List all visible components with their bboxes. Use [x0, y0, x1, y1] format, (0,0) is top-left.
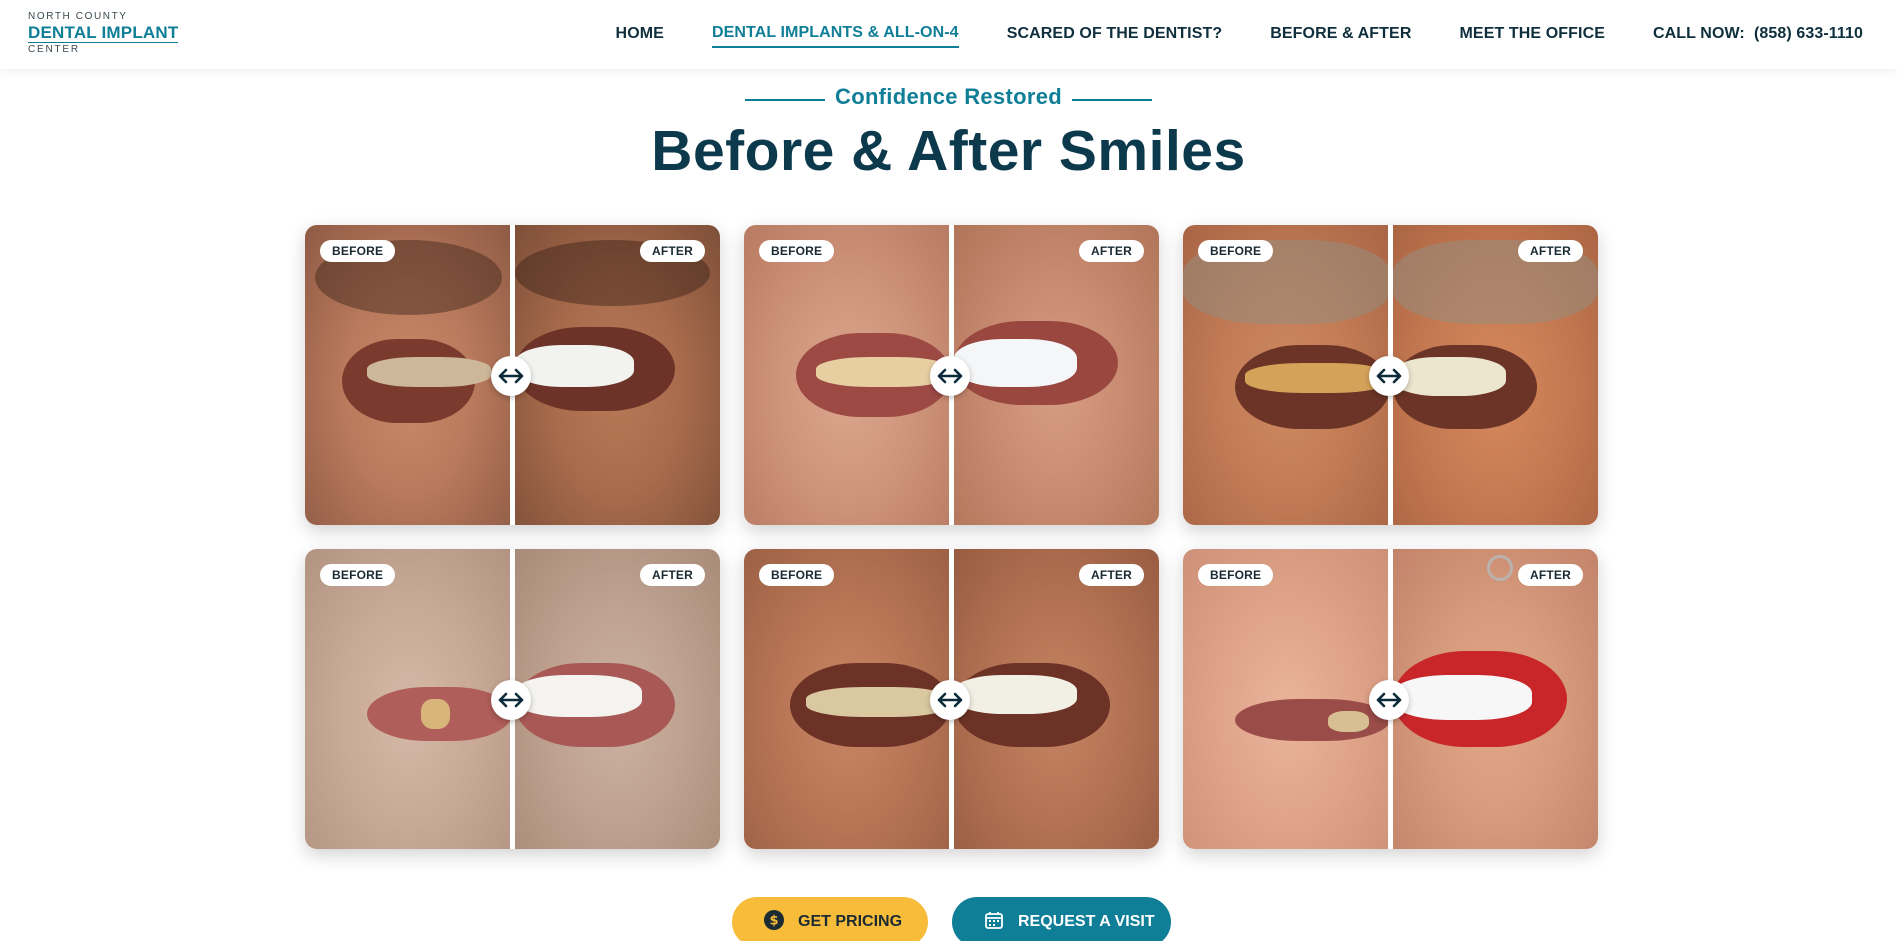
after-image	[1393, 549, 1598, 849]
after-badge: AFTER	[640, 564, 705, 586]
comparison-card[interactable]: BEFORE AFTER	[305, 549, 720, 849]
nav-scared-of-dentist[interactable]: SCARED OF THE DENTIST?	[1007, 25, 1223, 47]
before-badge: BEFORE	[1198, 240, 1274, 262]
after-badge: AFTER	[1518, 240, 1583, 262]
before-badge: BEFORE	[320, 564, 396, 586]
left-right-arrow-icon[interactable]	[1369, 680, 1409, 720]
nav-dental-implants[interactable]: DENTAL IMPLANTS & ALL-ON-4	[711, 24, 959, 48]
after-image	[515, 549, 720, 849]
before-image	[744, 225, 951, 525]
after-image	[954, 549, 1159, 849]
comparison-card[interactable]: BEFORE AFTER	[744, 225, 1159, 525]
comparison-card[interactable]: BEFORE AFTER	[744, 549, 1159, 849]
after-image	[1393, 225, 1598, 525]
comparison-card[interactable]: BEFORE AFTER	[1183, 225, 1598, 525]
section-eyebrow: Confidence Restored	[0, 84, 1897, 110]
before-badge: BEFORE	[1198, 564, 1274, 586]
before-badge: BEFORE	[759, 564, 835, 586]
logo-line-3: CENTER	[28, 44, 80, 55]
after-badge: AFTER	[1079, 240, 1144, 262]
comparison-card[interactable]: BEFORE AFTER	[305, 225, 720, 525]
request-visit-label: REQUEST A VISIT	[1018, 913, 1155, 930]
logo-line-2: DENTAL IMPLANT	[28, 23, 179, 43]
page-title: Before & After Smiles	[651, 119, 1246, 183]
after-badge: AFTER	[1518, 564, 1583, 586]
site-header: NORTH COUNTY DENTAL IMPLANT CENTER HOME …	[0, 0, 1897, 69]
svg-text:$: $	[769, 913, 778, 928]
site-logo[interactable]: NORTH COUNTY DENTAL IMPLANT CENTER	[28, 11, 179, 55]
request-visit-button[interactable]: REQUEST A VISIT	[952, 897, 1171, 941]
eyebrow-line-right	[1071, 99, 1152, 101]
nav-call-now[interactable]: CALL NOW: (858) 633-1110	[1653, 25, 1863, 47]
left-right-arrow-icon[interactable]	[491, 356, 531, 396]
after-badge: AFTER	[1079, 564, 1144, 586]
left-right-arrow-icon[interactable]	[1369, 356, 1409, 396]
left-right-arrow-icon[interactable]	[930, 680, 970, 720]
comparison-card[interactable]: BEFORE AFTER	[1183, 549, 1598, 849]
before-image	[1183, 549, 1390, 849]
before-after-gallery: BEFORE AFTER BEFORE AFTER BEFORE AFTER B…	[305, 225, 1599, 849]
eyebrow-text: Confidence Restored	[835, 84, 1062, 109]
logo-line-1: NORTH COUNTY	[28, 11, 128, 22]
left-right-arrow-icon[interactable]	[491, 680, 531, 720]
main-nav: HOME DENTAL IMPLANTS & ALL-ON-4 SCARED O…	[568, 24, 1863, 48]
nav-meet-office[interactable]: MEET THE OFFICE	[1460, 25, 1606, 47]
left-right-arrow-icon[interactable]	[930, 356, 970, 396]
eyebrow-line-left	[745, 99, 826, 101]
before-image	[305, 549, 512, 849]
nav-before-after[interactable]: BEFORE & AFTER	[1270, 25, 1411, 47]
nav-home[interactable]: HOME	[616, 25, 664, 47]
after-image	[515, 225, 720, 525]
before-image	[744, 549, 951, 849]
get-pricing-label: GET PRICING	[798, 913, 903, 930]
calendar-icon	[984, 910, 1004, 935]
before-image	[305, 225, 512, 525]
get-pricing-button[interactable]: $ GET PRICING	[732, 897, 928, 941]
before-badge: BEFORE	[759, 240, 835, 262]
before-image	[1183, 225, 1390, 525]
dollar-circle-icon: $	[764, 909, 784, 935]
after-image	[954, 225, 1159, 525]
after-badge: AFTER	[640, 240, 705, 262]
before-badge: BEFORE	[320, 240, 396, 262]
